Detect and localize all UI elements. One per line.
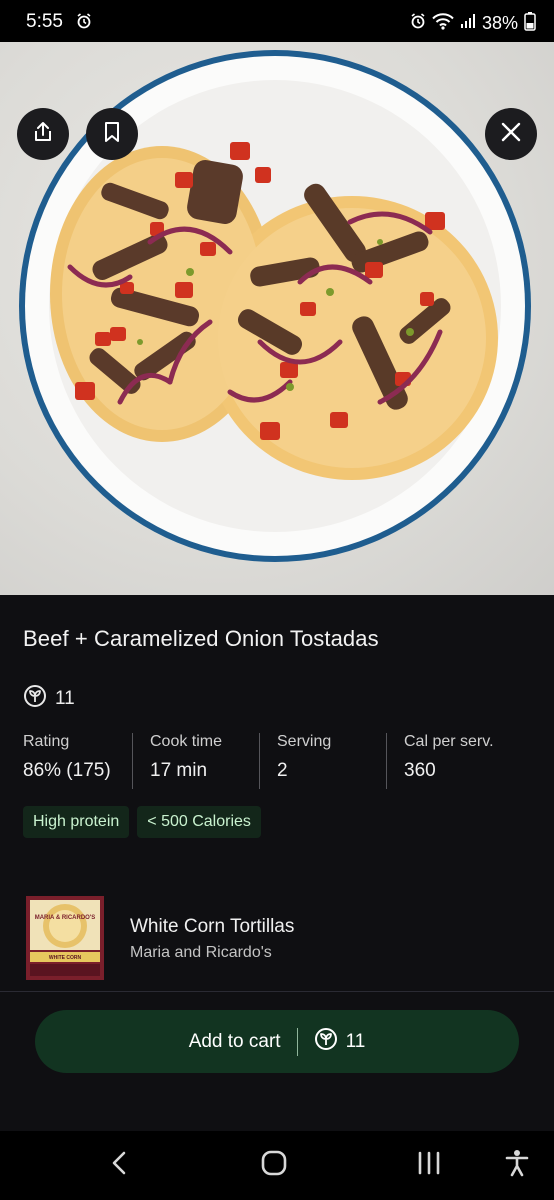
stat-divider (259, 733, 260, 789)
tag-high-protein: High protein (23, 806, 130, 838)
stat-divider (386, 733, 387, 789)
stat-serving: Serving 2 (277, 733, 331, 789)
product-name: White Corn Tortillas (130, 916, 295, 937)
product-brand: Maria and Ricardo's (130, 944, 272, 961)
close-button[interactable] (485, 108, 537, 160)
stat-rating: Rating 86% (175) (23, 733, 111, 789)
tostadas-illustration (19, 50, 531, 562)
product-item[interactable]: MARIA & RICARDO'S WHITE CORN White Corn … (0, 890, 554, 992)
recents-icon[interactable] (416, 1149, 442, 1182)
recipe-title: Beef + Caramelized Onion Tostadas (23, 626, 379, 651)
tag-low-calories: < 500 Calories (137, 806, 261, 838)
battery-percent: 38% (481, 13, 518, 33)
stat-label: Cook time (150, 733, 223, 750)
product-thumbnail: MARIA & RICARDO'S WHITE CORN (26, 896, 104, 980)
stat-value: 360 (404, 760, 436, 781)
stat-calories: Cal per serv. 360 (404, 733, 494, 789)
home-icon[interactable] (261, 1149, 287, 1182)
recipe-tags: High protein < 500 Calories (23, 806, 261, 838)
cart-points: 11 (314, 1027, 366, 1057)
system-nav-bar (0, 1131, 554, 1200)
stat-divider (132, 733, 133, 789)
points-icon (314, 1027, 338, 1057)
status-time: 5:55 (26, 11, 63, 32)
stat-label: Cal per serv. (404, 733, 494, 750)
stat-label: Rating (23, 733, 70, 750)
close-icon (500, 121, 522, 148)
recipe-points: 11 (23, 684, 75, 714)
stat-cook-time: Cook time 17 min (150, 733, 222, 789)
signal-icon (460, 13, 476, 34)
back-icon[interactable] (108, 1149, 132, 1182)
bookmark-icon (101, 120, 123, 149)
status-icons: 38% (410, 11, 536, 36)
alarm-icon (76, 13, 92, 34)
package-variant-text: WHITE CORN (49, 955, 82, 961)
battery-icon (524, 11, 536, 36)
status-bar: 5:55 38% (0, 0, 554, 42)
add-to-cart-button[interactable]: Add to cart 11 (35, 1010, 519, 1073)
stat-label: Serving (277, 733, 332, 750)
stat-value: 17 min (150, 760, 208, 781)
recipe-stats: Rating 86% (175) Cook time 17 min Servin… (0, 733, 554, 789)
share-icon (31, 120, 55, 149)
points-value: 11 (55, 688, 75, 709)
stat-value: 2 (277, 760, 288, 781)
recipe-hero-image (0, 42, 554, 595)
share-button[interactable] (17, 108, 69, 160)
points-icon (23, 684, 47, 714)
alarm-icon (410, 13, 426, 34)
add-to-cart-label: Add to cart (188, 1030, 281, 1052)
package-logo-text: MARIA & RICARDO'S (35, 915, 96, 921)
bookmark-button[interactable] (86, 108, 138, 160)
cart-divider (296, 1027, 298, 1056)
stat-value: 86% (175) (23, 760, 111, 781)
wifi-icon (432, 12, 454, 35)
cart-points-value: 11 (345, 1030, 366, 1052)
accessibility-icon[interactable] (505, 1149, 529, 1182)
